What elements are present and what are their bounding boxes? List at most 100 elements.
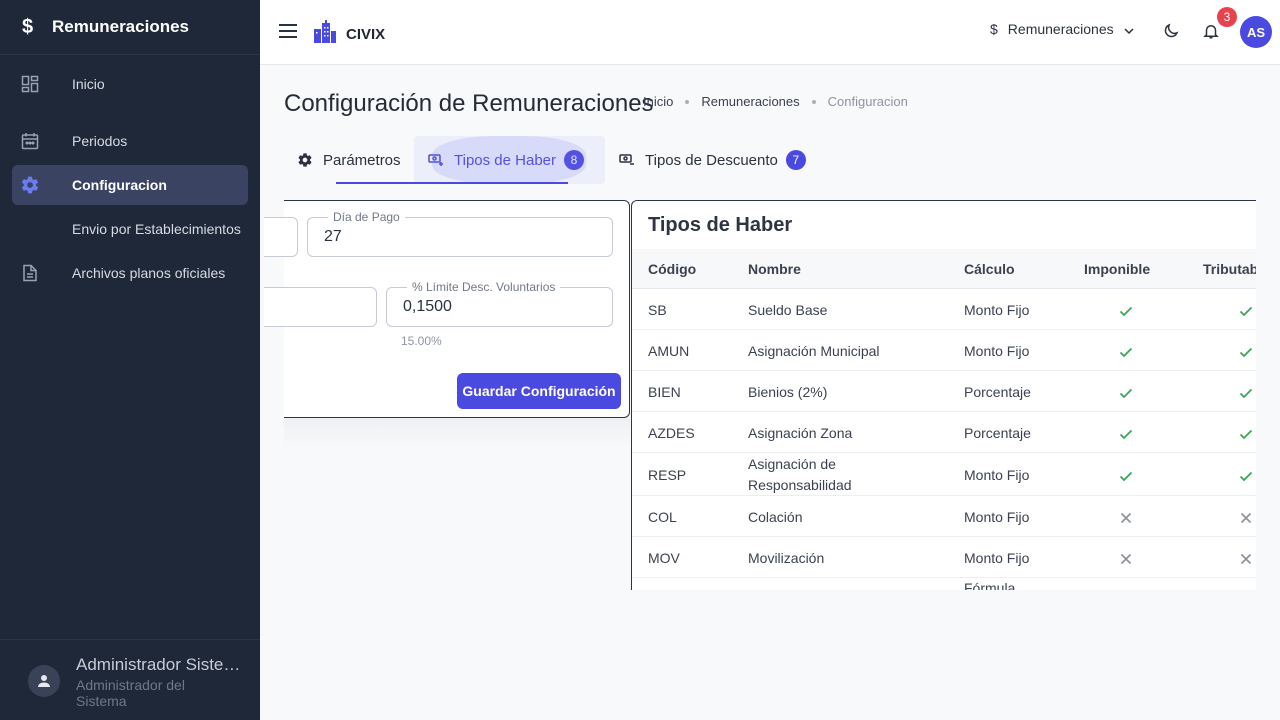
- cell-calculo: Porcentaje: [964, 424, 1031, 441]
- tab-count-badge: 7: [785, 150, 806, 170]
- cell-calculo: Monto Fijo: [964, 466, 1030, 483]
- top-header: CIVIX $ Remuneraciones 3 AS: [260, 0, 1280, 65]
- menu-icon[interactable]: [278, 22, 298, 45]
- field-label: % Límite Desc. Voluntarios: [407, 280, 561, 294]
- breadcrumb-item[interactable]: Remuneraciones: [701, 94, 799, 109]
- field-value: 27: [324, 228, 342, 245]
- sidebar-brand[interactable]: $ Remuneraciones: [0, 0, 260, 55]
- field-value: 0,1500: [403, 298, 452, 315]
- sidebar-item-archivos-planos[interactable]: Archivos planos oficiales: [12, 253, 248, 293]
- check-icon: [1118, 468, 1134, 484]
- cell-codigo: AMUN: [648, 342, 690, 359]
- sidebar-item-envio-establecimientos[interactable]: Envio por Establecimientos: [12, 209, 248, 249]
- column-header[interactable]: Imponible: [1084, 261, 1150, 277]
- cell-codigo: COL: [648, 508, 677, 525]
- cell-calculo: Monto Fijo: [964, 549, 1030, 566]
- field-hint: 15.00%: [401, 334, 442, 348]
- check-icon: [1118, 385, 1134, 401]
- breadcrumb-item[interactable]: Inicio: [643, 94, 673, 109]
- column-header[interactable]: Nombre: [748, 261, 801, 277]
- cell-calculo: Monto Fijo: [964, 508, 1030, 525]
- civix-logo[interactable]: CIVIX: [312, 19, 385, 50]
- check-icon: [1118, 344, 1134, 360]
- dollar-icon: $: [22, 15, 34, 38]
- page-title: Configuración de Remuneraciones: [284, 90, 654, 117]
- close-icon: [1238, 510, 1254, 526]
- user-name: Administrador Sistema: [76, 655, 246, 674]
- tab-tipos-descuento[interactable]: Tipos de Descuento 7: [619, 136, 806, 184]
- cell-codigo: AZDES: [648, 424, 695, 441]
- table-row[interactable]: AZDES Asignación Zona Porcentaje: [632, 412, 1256, 453]
- notification-badge: 3: [1217, 7, 1237, 27]
- dollar-icon: $: [990, 21, 998, 37]
- active-tab-indicator: [336, 182, 568, 184]
- tipos-haber-card: Tipos de Haber Código Nombre Cálculo Imp…: [631, 200, 1256, 590]
- module-selector-label: Remuneraciones: [1007, 21, 1114, 37]
- cell-calculo: Monto Fijo: [964, 301, 1030, 318]
- cell-codigo: MOV: [648, 549, 680, 566]
- limite-desc-field[interactable]: % Límite Desc. Voluntarios 0,1500: [386, 280, 613, 327]
- tab-label: Parámetros: [323, 151, 401, 169]
- breadcrumb-item: Configuracion: [827, 94, 908, 109]
- dashboard-icon: [12, 75, 48, 93]
- table-row[interactable]: RESP Asignación de Responsabilidad Monto F…: [632, 453, 1256, 496]
- cell-nombre: Movilización: [748, 549, 825, 566]
- save-button[interactable]: Guardar Configuración: [457, 373, 621, 409]
- sidebar-item-periodos[interactable]: Periodos: [12, 121, 248, 161]
- sidebar-item-label: Archivos planos oficiales: [72, 265, 226, 281]
- module-selector[interactable]: $ Remuneraciones: [990, 21, 1134, 37]
- cell-codigo: SB: [648, 301, 667, 318]
- sidebar: $ Remuneraciones Inicio Periodos Configu…: [0, 0, 260, 720]
- check-icon: [1118, 426, 1134, 442]
- table-row[interactable]: Fórmula: [632, 578, 1256, 590]
- brand-name: CIVIX: [346, 26, 386, 43]
- breadcrumb: Inicio Remuneraciones Configuracion: [643, 94, 908, 109]
- table-row[interactable]: BIEN Bienios (2%) Porcentaje: [632, 371, 1256, 412]
- user-role: Administrador del Sistema: [76, 677, 185, 709]
- truncated-field[interactable]: [264, 217, 298, 257]
- user-profile[interactable]: Administrador Sistema Administrador del …: [0, 639, 260, 720]
- sidebar-item-inicio[interactable]: Inicio: [12, 64, 248, 104]
- cell-nombre: Colación: [748, 508, 803, 525]
- cell-calculo: Porcentaje: [964, 383, 1031, 400]
- table-header: Código Nombre Cálculo Imponible Tributab…: [632, 249, 1256, 289]
- avatar[interactable]: AS: [1240, 16, 1272, 48]
- cell-nombre: Bienios (2%): [748, 383, 828, 400]
- check-icon: [1238, 385, 1254, 401]
- table-title: Tipos de Haber: [648, 214, 793, 236]
- table-row[interactable]: SB Sueldo Base Monto Fijo: [632, 289, 1256, 330]
- cash-minus-icon: [619, 153, 635, 167]
- gear-icon: [297, 152, 313, 168]
- dia-pago-field[interactable]: Día de Pago 27: [307, 210, 613, 257]
- truncated-field[interactable]: [264, 287, 377, 327]
- cell-nombre: Asignación de Responsabilidad: [748, 455, 852, 493]
- cell-nombre: Asignación Municipal: [748, 342, 880, 359]
- sidebar-item-label: Envio por Establecimientos: [72, 221, 241, 237]
- table-row[interactable]: COL Colación Monto Fijo: [632, 496, 1256, 537]
- card-shadow: [284, 418, 630, 448]
- column-header[interactable]: Tributable: [1203, 261, 1256, 277]
- close-icon: [1238, 551, 1254, 567]
- tab-parametros[interactable]: Parámetros: [297, 136, 401, 184]
- moon-icon[interactable]: [1162, 22, 1180, 45]
- column-header[interactable]: Código: [648, 261, 696, 277]
- cell-nombre: Sueldo Base: [748, 301, 828, 318]
- column-header[interactable]: Cálculo: [964, 261, 1015, 277]
- sidebar-item-configuracion[interactable]: Configuracion: [12, 165, 248, 205]
- field-label: Día de Pago: [328, 210, 405, 224]
- building-icon: [312, 19, 338, 50]
- bell-icon[interactable]: [1202, 21, 1220, 46]
- table-row[interactable]: MOV Movilización Monto Fijo: [632, 537, 1256, 578]
- check-icon: [1238, 426, 1254, 442]
- sidebar-item-label: Configuracion: [72, 177, 167, 193]
- check-icon: [1118, 303, 1134, 319]
- check-icon: [1238, 468, 1254, 484]
- close-icon: [1118, 510, 1134, 526]
- table-row[interactable]: AMUN Asignación Municipal Monto Fijo: [632, 330, 1256, 371]
- document-icon: [12, 264, 48, 282]
- cell-nombre: Asignación Zona: [748, 424, 853, 441]
- sidebar-item-label: Inicio: [72, 76, 105, 92]
- check-icon: [1238, 344, 1254, 360]
- tab-ripple: [432, 136, 586, 184]
- calendar-icon: [12, 132, 48, 150]
